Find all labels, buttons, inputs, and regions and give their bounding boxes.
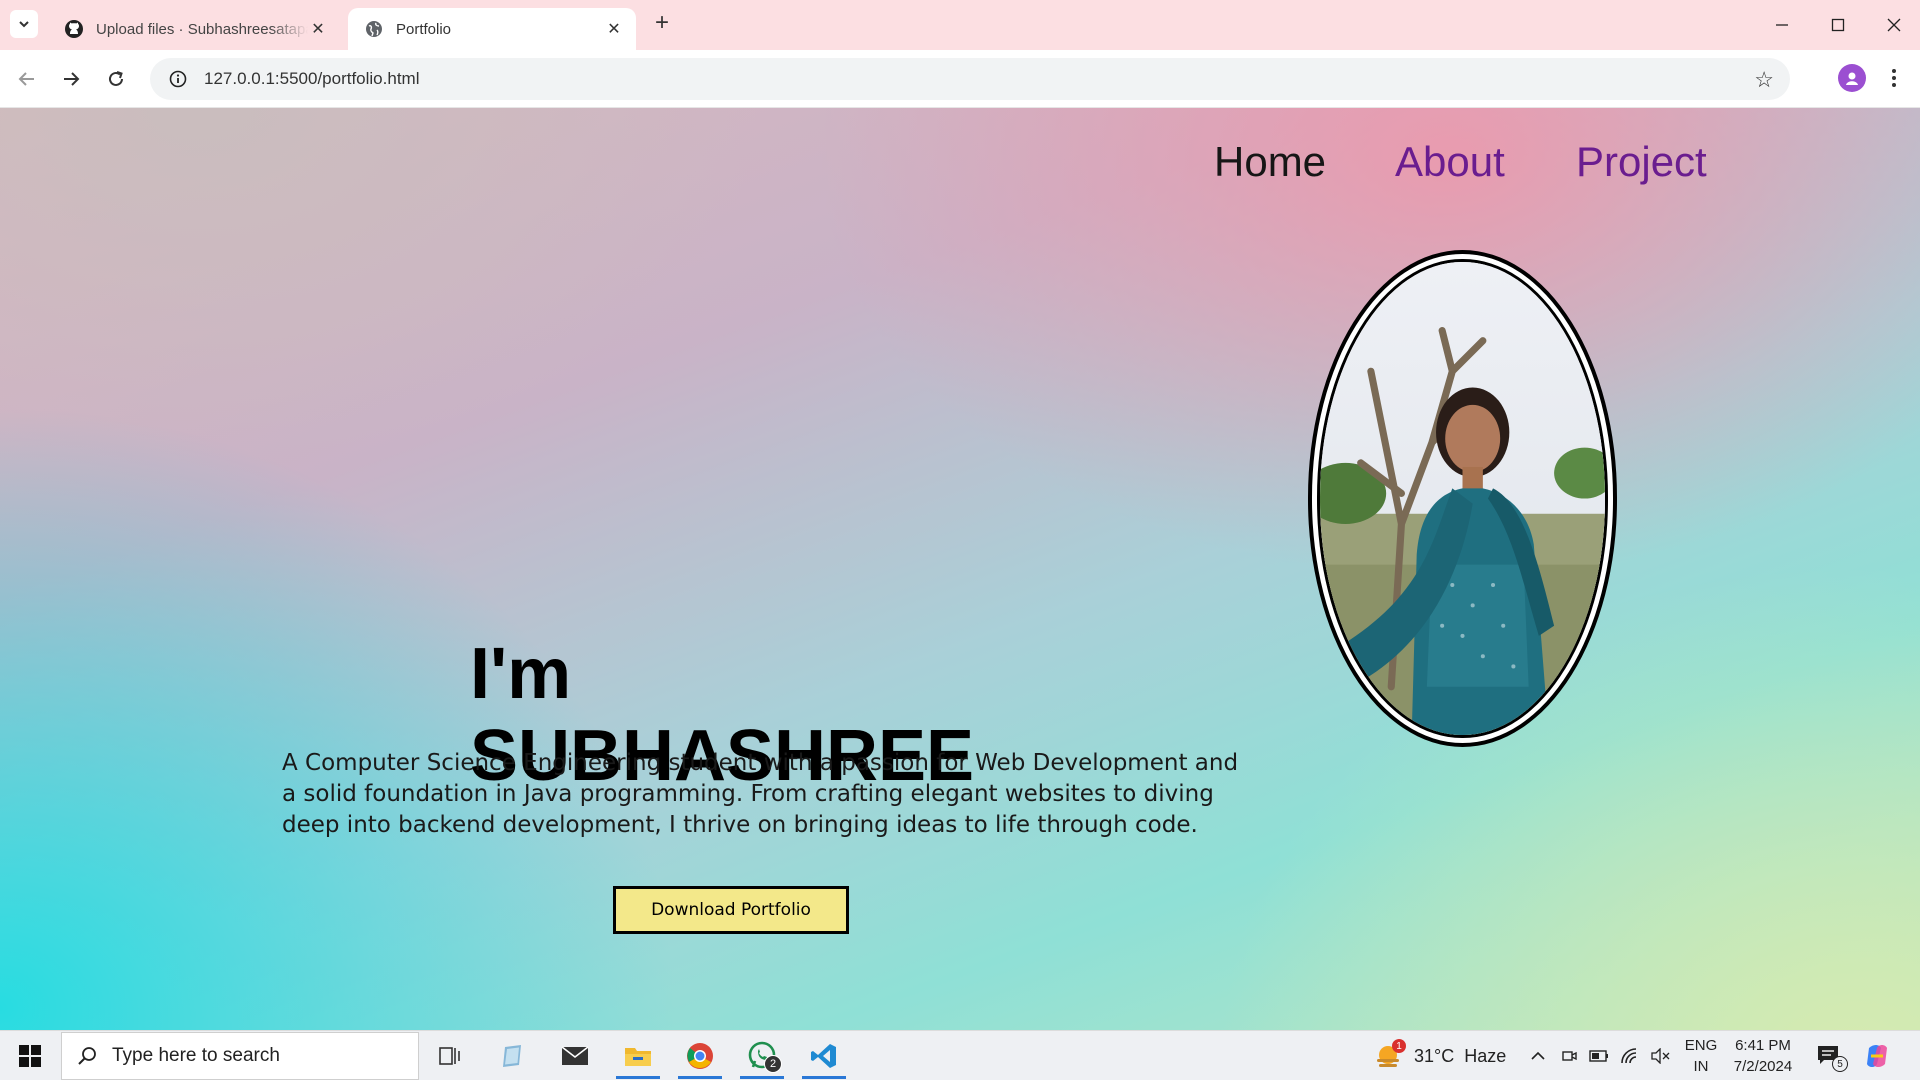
profile-avatar[interactable] — [1838, 64, 1866, 92]
nav-about-link[interactable]: About — [1395, 138, 1505, 186]
browser-tab-bar: Upload files · Subhashreesatapathy ✕ Por… — [0, 0, 1920, 50]
profile-photo-frame — [1308, 250, 1617, 747]
notepad-icon[interactable] — [486, 1033, 538, 1079]
clock-date: 7/2/2024 — [1733, 1058, 1793, 1075]
show-hidden-icons-icon[interactable] — [1530, 1031, 1546, 1080]
reload-button[interactable] — [101, 64, 131, 94]
reload-icon — [109, 71, 123, 86]
weather-temp: 31°C — [1414, 1045, 1455, 1066]
profile-photo — [1317, 259, 1608, 738]
windows-start-icon[interactable] — [8, 1039, 52, 1073]
notification-center-icon[interactable]: 5 — [1816, 1031, 1848, 1080]
bio-text: A Computer Science Engineering student w… — [282, 750, 1239, 838]
taskbar-clock[interactable]: 6:41 PM 7/2/2024 — [1725, 1035, 1801, 1077]
weather-haze-icon: 1 — [1374, 1039, 1406, 1071]
taskbar-search-input[interactable]: Type here to search — [61, 1032, 419, 1080]
minimize-icon[interactable] — [1762, 8, 1802, 42]
wifi-icon[interactable] — [1620, 1031, 1640, 1080]
meet-now-icon[interactable] — [1561, 1031, 1577, 1080]
whatsapp-badge: 2 — [764, 1055, 782, 1073]
browser-menu-icon[interactable] — [1882, 62, 1906, 94]
tab-portfolio[interactable]: Portfolio ✕ — [348, 8, 636, 50]
portfolio-page: Home About Project I'm SUBHASHREE A Comp… — [0, 108, 1920, 1030]
search-placeholder: Type here to search — [112, 1045, 280, 1066]
arrow-right-icon — [64, 72, 80, 86]
back-button[interactable] — [12, 64, 42, 94]
clock-time: 6:41 PM — [1735, 1037, 1791, 1054]
arrow-left-icon — [18, 72, 34, 86]
profile-icon — [1846, 72, 1858, 85]
close-window-icon[interactable] — [1874, 8, 1914, 42]
windows-taskbar: Type here to search 2 1 31°C Haze ENG IN… — [0, 1030, 1920, 1080]
close-icon[interactable]: ✕ — [308, 19, 328, 39]
maximize-icon[interactable] — [1818, 8, 1858, 42]
search-icon — [62, 1046, 112, 1066]
browser-toolbar: 127.0.0.1:5500/portfolio.html ☆ — [0, 50, 1920, 108]
nav-home-link[interactable]: Home — [1214, 138, 1326, 186]
battery-icon[interactable] — [1589, 1031, 1609, 1080]
tab-search-button[interactable] — [10, 10, 38, 38]
close-icon[interactable]: ✕ — [604, 19, 624, 39]
tab-title: Upload files · Subhashreesatapathy — [96, 20, 308, 38]
url-text: 127.0.0.1:5500/portfolio.html — [204, 69, 420, 88]
site-info-icon[interactable] — [158, 70, 198, 88]
new-tab-button[interactable]: + — [650, 11, 674, 36]
copilot-icon[interactable] — [1863, 1031, 1891, 1080]
volume-muted-icon[interactable] — [1650, 1031, 1670, 1080]
mail-icon[interactable] — [549, 1033, 601, 1079]
weather-alert-badge: 1 — [1392, 1039, 1406, 1053]
notification-count: 5 — [1832, 1056, 1848, 1072]
file-explorer-icon[interactable] — [612, 1033, 664, 1079]
weather-widget[interactable]: 1 31°C Haze — [1374, 1031, 1506, 1080]
whatsapp-icon[interactable]: 2 — [736, 1033, 788, 1079]
forward-button[interactable] — [56, 64, 86, 94]
address-bar[interactable]: 127.0.0.1:5500/portfolio.html ☆ — [150, 58, 1790, 100]
github-icon — [64, 19, 84, 39]
bookmark-star-icon[interactable]: ☆ — [1754, 67, 1774, 93]
task-view-icon[interactable] — [424, 1033, 476, 1079]
tab-upload-files[interactable]: Upload files · Subhashreesatapathy ✕ — [48, 8, 340, 50]
nav-project-link[interactable]: Project — [1576, 138, 1707, 186]
tab-title: Portfolio — [396, 20, 452, 38]
download-portfolio-button[interactable]: Download Portfolio — [613, 886, 849, 934]
input-language[interactable]: ENG IN — [1683, 1035, 1719, 1077]
vscode-icon[interactable] — [798, 1033, 850, 1079]
globe-icon — [364, 19, 384, 39]
chevron-down-icon — [19, 21, 29, 28]
chrome-icon[interactable] — [674, 1033, 726, 1079]
weather-condition: Haze — [1464, 1045, 1507, 1066]
